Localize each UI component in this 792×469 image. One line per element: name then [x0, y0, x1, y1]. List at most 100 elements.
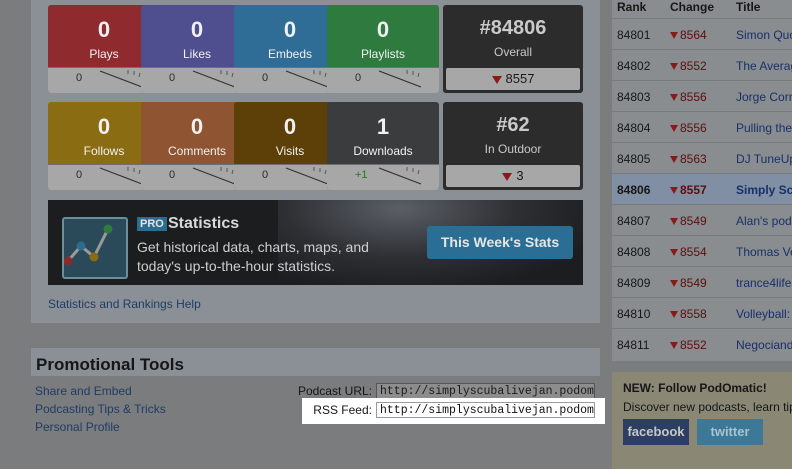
banner-title: Statistics [168, 215, 240, 232]
row-change: 8563 [670, 152, 707, 166]
podcast-url-label: Podcast URL: [297, 384, 372, 398]
row-title-link[interactable]: Negociand [736, 338, 792, 352]
playlists-label: Playlists [360, 47, 405, 61]
row-change: 8557 [670, 183, 707, 197]
personal-profile-link[interactable]: Personal Profile [35, 420, 120, 434]
gauge-needle-icon [378, 70, 422, 88]
row-rank: 84805 [617, 152, 651, 166]
row-rank: 84802 [617, 59, 651, 73]
row-title-link[interactable]: Simply Sc [736, 183, 792, 197]
playlists-count: 0 [376, 17, 390, 42]
row-title-link[interactable]: DJ TuneUp [736, 152, 792, 166]
gauge-needle-icon [192, 70, 236, 88]
facebook-button[interactable]: facebook [623, 419, 689, 445]
table-row: 84802 8552 The Averag [612, 49, 792, 80]
rank-overall: #84806 Overall 8557 [443, 5, 583, 93]
down-arrow-icon [670, 125, 678, 133]
down-arrow-icon [670, 94, 678, 102]
rss-feed-field[interactable]: http://simplyscubalivejan.podomatic.com [376, 402, 595, 418]
ranking-table: Rank Change Title 84801 8564 Simon Quo 8… [612, 0, 792, 361]
row-change: 8554 [670, 245, 707, 259]
row-title-link[interactable]: Thomas Ve [736, 245, 792, 259]
promo-tools-header: Promotional Tools [31, 348, 600, 376]
row-change-value: 8557 [680, 183, 707, 197]
rank-category-label: In Outdoor [484, 142, 542, 156]
rank-overall-change-value: 8557 [505, 71, 535, 86]
row-title-link[interactable]: trance4life [736, 276, 791, 290]
banner-description: Get historical data, charts, maps, and t… [137, 239, 369, 274]
gauge-needle-icon [192, 167, 236, 185]
row-change: 8552 [670, 338, 707, 352]
down-arrow-icon [491, 75, 502, 84]
statistics-rankings-help-link[interactable]: Statistics and Rankings Help [48, 297, 201, 311]
rss-feed-label: RSS Feed: [313, 403, 372, 417]
downloads-count: 1 [376, 114, 390, 139]
header-title: Title [736, 0, 761, 14]
playlists-gauge-value: 0 [355, 72, 362, 84]
row-title-link[interactable]: Simon Quo [736, 28, 792, 42]
row-change: 8549 [670, 276, 707, 290]
podcast-url-field[interactable]: http://simplyscubalivejan.podomatic.com [376, 383, 595, 399]
row-change-value: 8556 [680, 90, 707, 104]
gauge-needle-icon [285, 167, 329, 185]
pro-statistics-banner[interactable]: PRO Statistics Get historical data, char… [48, 200, 583, 285]
row-title-link[interactable]: Pulling the [736, 121, 792, 135]
row-change-value: 8558 [680, 307, 707, 321]
row-title-link[interactable]: The Averag [736, 59, 792, 73]
share-embed-link[interactable]: Share and Embed [35, 384, 132, 398]
down-arrow-icon [670, 342, 678, 350]
tile-downloads[interactable]: 1 Downloads +1 [327, 102, 439, 190]
row-rank: 84806 [617, 183, 651, 197]
row-title-link[interactable]: Alan's pod [736, 214, 792, 228]
table-row: 84803 8556 Jorge Corr [612, 80, 792, 111]
row-rank: 84811 [617, 338, 650, 352]
row-change: 8552 [670, 59, 707, 73]
down-arrow-icon [670, 249, 678, 257]
ranking-table-header: Rank Change Title [612, 0, 792, 14]
row-change-value: 8552 [680, 338, 707, 352]
row-change-value: 8556 [680, 121, 707, 135]
embeds-gauge-value: 0 [262, 72, 269, 84]
table-row: 84809 8549 trance4life [612, 266, 792, 297]
podcasting-tips-link[interactable]: Podcasting Tips & Tricks [35, 402, 166, 416]
row-rank: 84803 [617, 90, 651, 104]
down-arrow-icon [670, 218, 678, 226]
table-row: 84804 8556 Pulling the [612, 111, 792, 142]
downloads-gauge-value: +1 [355, 169, 368, 181]
row-rank: 84801 [617, 28, 651, 42]
row-change: 8549 [670, 214, 707, 228]
follow-podomatic-box: NEW: Follow PodOmatic! Discover new podc… [612, 372, 792, 469]
statistics-chart-icon [62, 217, 128, 279]
gauge-needle-icon [378, 167, 422, 185]
rank-overall-value: #84806 [479, 17, 547, 39]
row-change-value: 8552 [680, 59, 707, 73]
pro-badge: PRO [137, 217, 167, 231]
header-change: Change [670, 0, 715, 14]
row-rank: 84808 [617, 245, 651, 259]
gauge-needle-icon [99, 70, 143, 88]
follows-gauge-value: 0 [76, 169, 83, 181]
visits-gauge-value: 0 [262, 169, 269, 181]
tile-playlists[interactable]: 0 Playlists 0 [327, 5, 439, 93]
row-change-value: 8549 [680, 214, 707, 228]
row-title-link[interactable]: Jorge Corr [736, 90, 792, 104]
this-weeks-stats-button[interactable]: This Week's Stats [427, 226, 573, 259]
row-rank: 84810 [617, 307, 651, 321]
row-rank: 84804 [617, 121, 651, 135]
row-change: 8558 [670, 307, 707, 321]
plays-gauge-value: 0 [76, 72, 83, 84]
twitter-button[interactable]: twitter [697, 419, 763, 445]
follow-title: NEW: Follow PodOmatic! [623, 381, 767, 395]
comments-gauge-value: 0 [169, 169, 176, 181]
table-row: 84801 8564 Simon Quo [612, 18, 792, 49]
row-title-link[interactable]: Volleyball: [736, 307, 790, 321]
likes-gauge-value: 0 [169, 72, 176, 84]
table-row-current: 84806 8557 Simply Sc [612, 173, 792, 204]
downloads-gauge: +1 [327, 164, 439, 190]
rank-category: #62 In Outdoor 3 [443, 102, 583, 190]
table-row: 84808 8554 Thomas Ve [612, 235, 792, 266]
table-row: 84805 8563 DJ TuneUp [612, 142, 792, 173]
row-change: 8556 [670, 121, 707, 135]
gauge-needle-icon [285, 70, 329, 88]
promo-tools-title: Promotional Tools [36, 355, 184, 374]
